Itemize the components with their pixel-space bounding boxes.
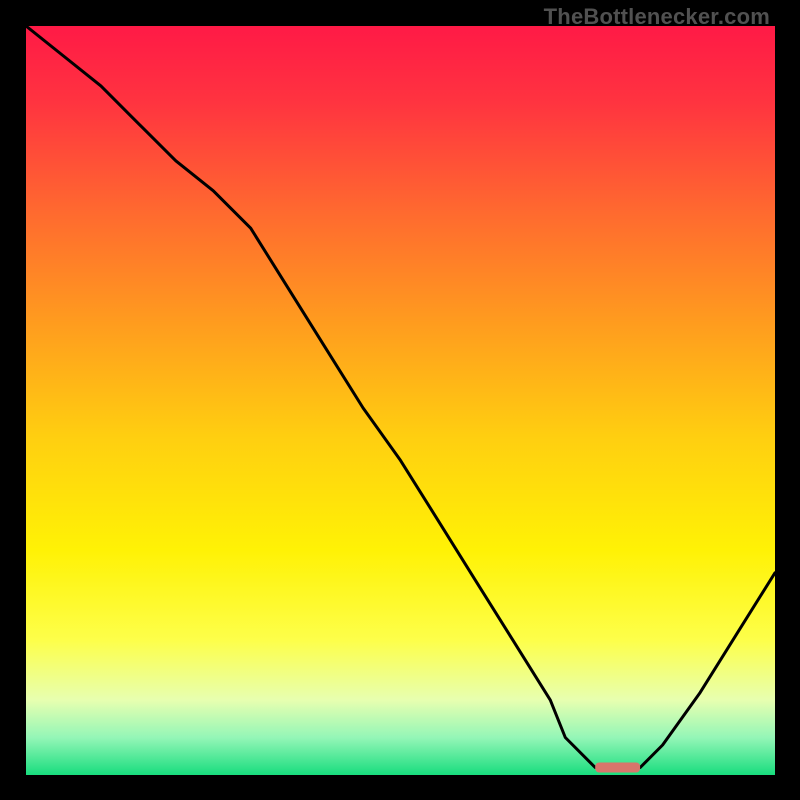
plot-area [26, 26, 775, 775]
gradient-background [26, 26, 775, 775]
chart-svg [26, 26, 775, 775]
optimal-marker [595, 763, 640, 773]
chart-container: TheBottlenecker.com [0, 0, 800, 800]
